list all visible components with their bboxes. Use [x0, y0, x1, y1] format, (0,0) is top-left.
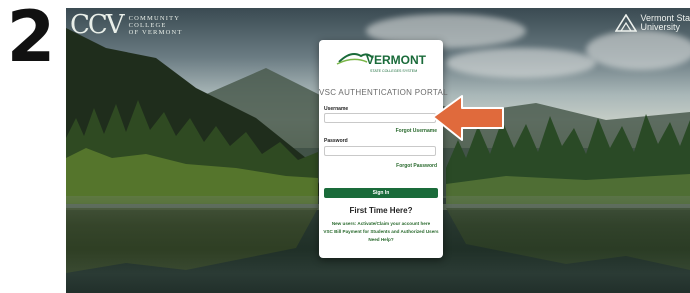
forgot-password-link[interactable]: Forgot Password: [396, 163, 437, 169]
first-time-heading: First Time Here?: [349, 206, 413, 215]
password-label: Password: [324, 138, 348, 144]
vsu-triangle-logo-icon: [615, 14, 638, 32]
vermont-logo-text: VERMONT: [366, 53, 427, 67]
ccv-logo-icon: CCV: [70, 10, 125, 40]
vsu-logo: Vermont Sta University: [615, 14, 690, 32]
activate-account-link[interactable]: New users: Activate/Claim your account h…: [319, 221, 443, 226]
username-label: Username: [324, 106, 349, 112]
ccv-line-2: COLLEGE: [128, 21, 167, 29]
ccv-line-1: COMMUNITY: [128, 14, 181, 22]
portal-title: VSC AUTHENTICATION PORTAL: [319, 88, 448, 97]
bill-payment-link[interactable]: VSC Bill Payment for Students and Author…: [319, 229, 443, 234]
username-input[interactable]: [324, 113, 436, 123]
ccv-line-3: OF VERMONT: [128, 28, 183, 36]
vermont-logo-subtext: STATE COLLEGES SYSTEM: [370, 69, 417, 73]
login-card: VERMONT STATE COLLEGES SYSTEM VSC AUTHEN…: [319, 40, 448, 258]
login-screen-background: CCV COMMUNITY COLLEGE OF VERMONT Vermont…: [66, 8, 690, 293]
sign-in-button[interactable]: Sign In: [324, 188, 438, 198]
password-input[interactable]: [324, 146, 436, 156]
vermont-mountain-logo-icon: VERMONT STATE COLLEGES SYSTEM: [336, 53, 427, 73]
ccv-logo-text: COMMUNITY COLLEGE OF VERMONT: [129, 15, 183, 36]
need-help-link[interactable]: Need Help?: [319, 237, 443, 242]
step-number: 2: [6, 0, 56, 78]
ccv-logo: CCV COMMUNITY COLLEGE OF VERMONT: [70, 12, 183, 38]
vsu-line-2: University: [640, 22, 680, 32]
forgot-username-link[interactable]: Forgot Username: [396, 128, 437, 134]
vsu-logo-text: Vermont Sta University: [640, 14, 690, 32]
